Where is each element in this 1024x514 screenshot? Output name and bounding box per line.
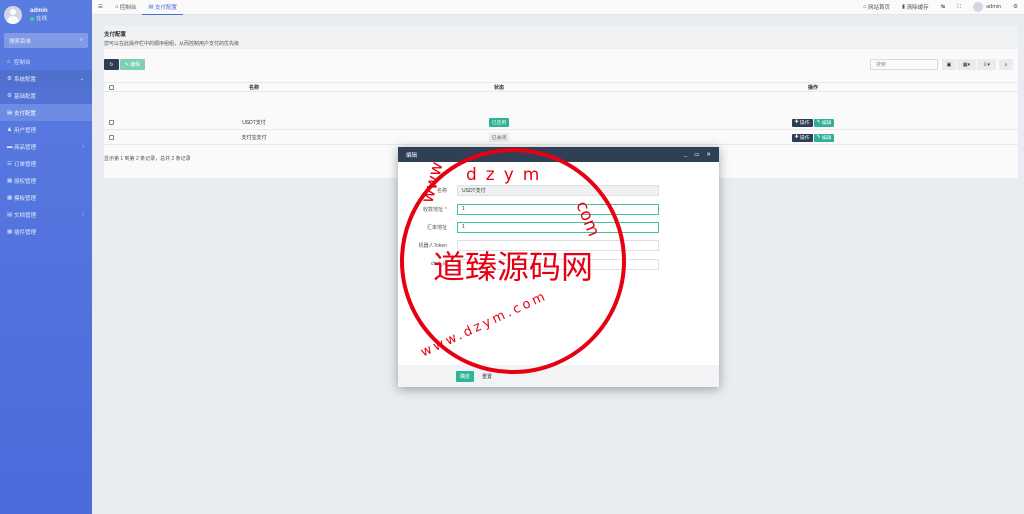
stamp-top-text: dzym xyxy=(466,165,548,185)
stamp-bottom-text: www.dzym.com xyxy=(419,288,551,360)
maximize-icon[interactable]: ▭ xyxy=(694,152,699,158)
stamp-center-text: 道臻源码网 xyxy=(433,248,593,286)
minimize-icon[interactable]: _ xyxy=(684,152,687,158)
stamp-left-text: www xyxy=(418,160,448,206)
stamp-right-text: com xyxy=(571,198,603,239)
watermark-stamp: 道臻源码网 dzym www com www.dzym.com xyxy=(400,148,626,374)
close-icon[interactable]: ✕ xyxy=(706,152,711,158)
